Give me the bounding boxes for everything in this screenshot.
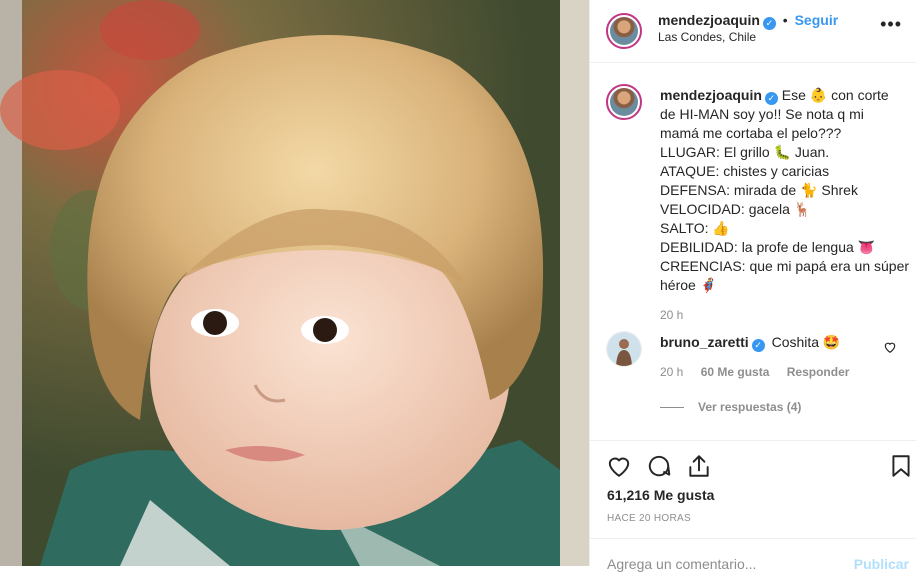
comment-time[interactable]: 20 h bbox=[660, 365, 683, 379]
caption-line: de HI-MAN soy yo!! Se nota q mi bbox=[660, 106, 864, 122]
author-username[interactable]: mendezjoaquin bbox=[658, 12, 760, 28]
verified-badge-icon: ✓ bbox=[762, 17, 776, 30]
caption-avatar[interactable] bbox=[606, 84, 642, 120]
follow-button[interactable]: Seguir bbox=[795, 12, 839, 28]
view-replies-label: Ver respuestas (4) bbox=[698, 400, 802, 414]
post-photo[interactable] bbox=[0, 0, 589, 566]
more-options-icon[interactable]: ••• bbox=[880, 14, 902, 35]
share-icon[interactable] bbox=[686, 453, 712, 479]
author-avatar[interactable] bbox=[606, 13, 642, 49]
add-comment-bar: Agrega un comentario... Publicar bbox=[590, 538, 916, 572]
separator-dot: • bbox=[782, 12, 788, 28]
post-sidebar: mendezjoaquin ✓ • Seguir Las Condes, Chil… bbox=[589, 0, 916, 572]
replies-line bbox=[660, 406, 684, 408]
caption-line: DEFENSA: mirada de 🐈 Shrek bbox=[660, 182, 858, 198]
commenter-avatar[interactable] bbox=[606, 331, 642, 367]
caption-time[interactable]: 20 h bbox=[660, 306, 898, 325]
commenter-username[interactable]: bruno_zaretti bbox=[660, 334, 749, 350]
caption-line: SALTO: 👍 bbox=[660, 220, 730, 236]
caption-line: Ese 👶 con corte bbox=[781, 87, 889, 103]
child-photo-image bbox=[0, 0, 589, 566]
caption-line: VELOCIDAD: gacela 🦌 bbox=[660, 201, 812, 217]
caption-line: LLUGAR: El grillo 🐛 Juan. bbox=[660, 144, 830, 160]
comment-icon[interactable] bbox=[646, 453, 672, 479]
comment-input[interactable]: Agrega un comentario... bbox=[607, 556, 756, 572]
caption-line: CREENCIAS: que mi papá era un súper bbox=[660, 258, 910, 274]
caption-line: ATAQUE: chistes y caricias bbox=[660, 163, 830, 179]
post-caption: mendezjoaquin ✓ Ese 👶 con corte de HI-MAN… bbox=[660, 86, 910, 325]
caption-line: mamá me cortaba el pelo??? bbox=[660, 125, 842, 141]
comment-text: Coshita 🤩 bbox=[771, 334, 841, 350]
reply-button[interactable]: Responder bbox=[787, 365, 850, 379]
verified-badge-icon: ✓ bbox=[751, 339, 765, 352]
comment-like-heart-icon[interactable] bbox=[883, 340, 897, 354]
post-location[interactable]: Las Condes, Chile bbox=[658, 30, 756, 44]
verified-badge-icon: ✓ bbox=[764, 92, 778, 105]
comment-likes[interactable]: 60 Me gusta bbox=[701, 365, 770, 379]
bookmark-icon[interactable] bbox=[888, 453, 914, 479]
comment-meta: 20 h 60 Me gusta Responder bbox=[660, 365, 849, 379]
view-replies-button[interactable]: Ver respuestas (4) bbox=[660, 398, 801, 414]
posted-ago[interactable]: HACE 20 HORAS bbox=[607, 513, 691, 524]
caption-line: DEBILIDAD: la profe de lengua 👅 bbox=[660, 239, 876, 255]
caption-username[interactable]: mendezjoaquin bbox=[660, 87, 762, 103]
caption-line: héroe 🦸‍♂️ bbox=[660, 277, 718, 293]
post-header: mendezjoaquin ✓ • Seguir Las Condes, Chil… bbox=[590, 0, 916, 63]
comment-body: bruno_zaretti ✓ Coshita 🤩 bbox=[660, 334, 840, 352]
likes-count[interactable]: 61,216 Me gusta bbox=[607, 487, 714, 503]
heart-icon[interactable] bbox=[606, 453, 632, 479]
publish-button[interactable]: Publicar bbox=[854, 556, 909, 572]
